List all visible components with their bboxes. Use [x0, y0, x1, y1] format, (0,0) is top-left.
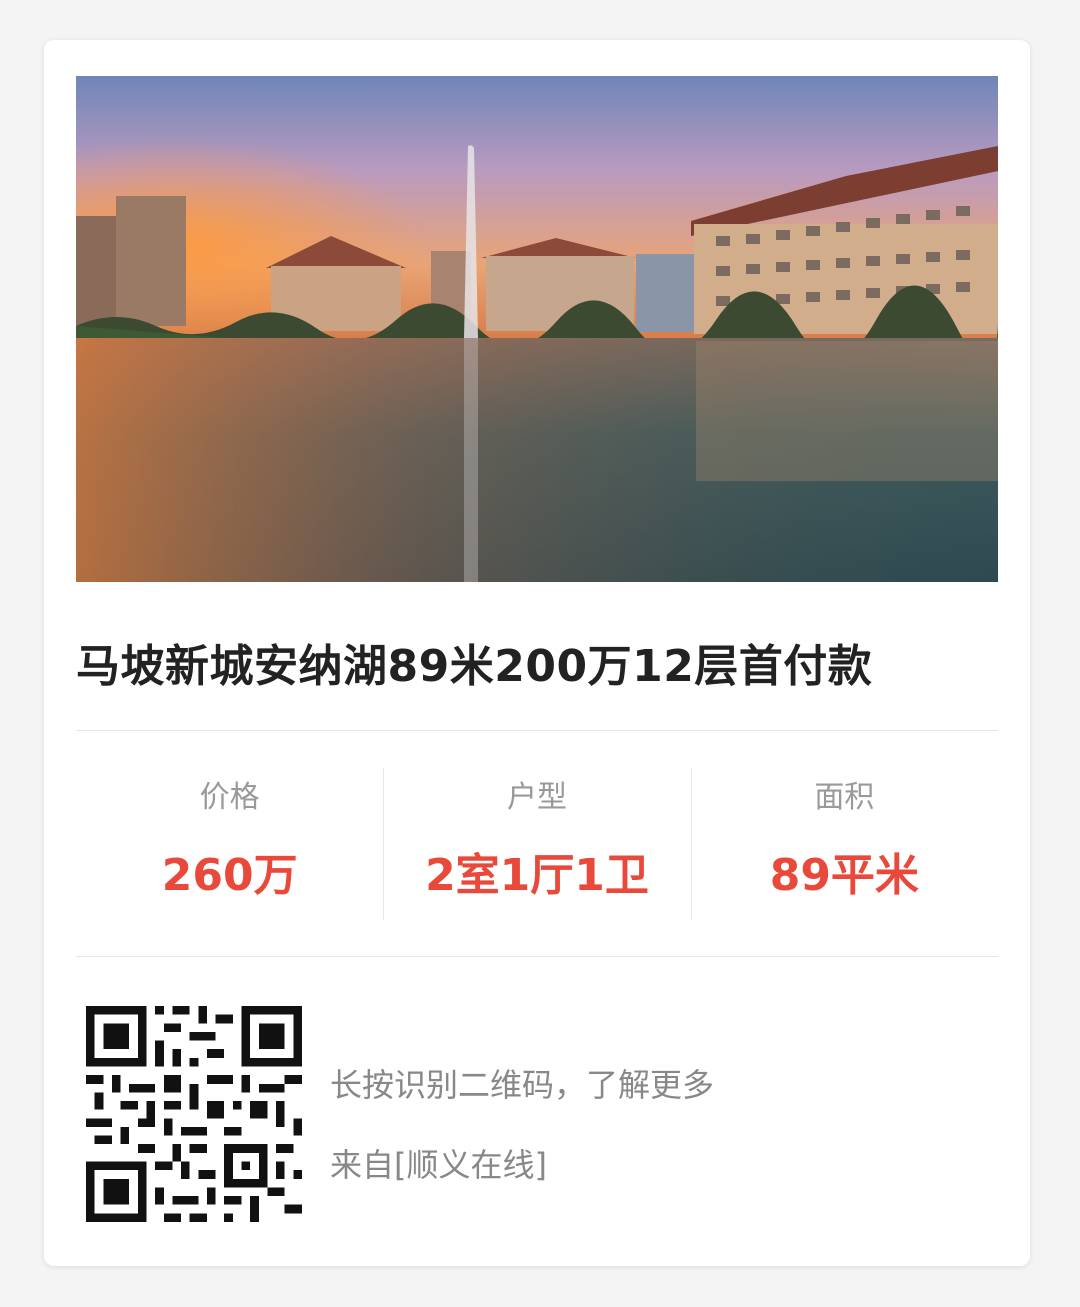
source-text: 来自[顺义在线]: [330, 1146, 547, 1184]
stat-value: 89平米: [769, 850, 919, 901]
listing-title: 马坡新城安纳湖89米200万12层首付款: [76, 641, 873, 692]
stat-layout: 户型 2室1厅1卫: [383, 768, 690, 923]
divider: [76, 956, 998, 957]
stat-value: 2室1厅1卫: [425, 850, 649, 901]
listing-card[interactable]: 马坡新城安纳湖89米200万12层首付款 价格 260万 户型 2室1厅1卫 面…: [44, 40, 1030, 1266]
divider: [76, 730, 998, 731]
stat-label: 面积: [814, 780, 875, 815]
stat-value: 260万: [161, 850, 298, 901]
stat-label: 户型: [506, 780, 567, 815]
stat-area: 面积 89平米: [690, 768, 998, 923]
qr-code-icon[interactable]: [86, 1006, 302, 1222]
stat-price: 价格 260万: [76, 768, 383, 923]
listing-photo: [76, 76, 998, 582]
stat-label: 价格: [199, 780, 260, 815]
stats-row: 价格 260万 户型 2室1厅1卫 面积 89平米: [76, 768, 998, 923]
qr-hint-text: 长按识别二维码，了解更多: [330, 1066, 715, 1104]
